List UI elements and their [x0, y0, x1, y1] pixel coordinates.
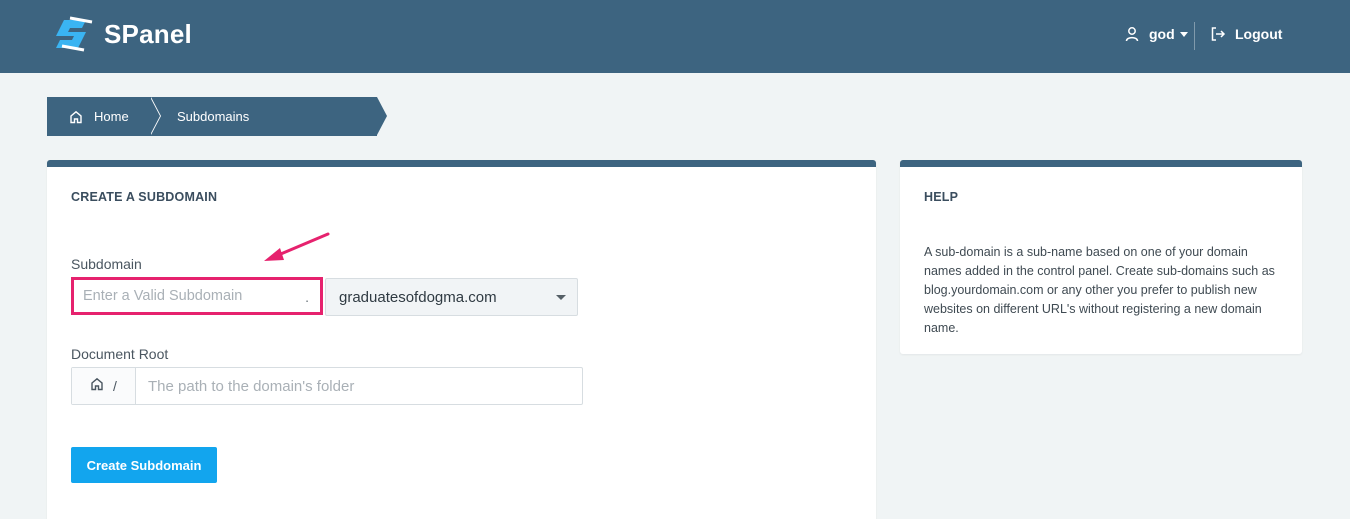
domain-select[interactable]: graduatesofdogma.com: [325, 278, 578, 316]
help-title: HELP: [924, 190, 959, 204]
pink-arrow-icon: [258, 228, 334, 273]
top-navbar: SPanel god Logout: [0, 0, 1350, 73]
subdomain-label: Subdomain: [71, 256, 142, 272]
chevron-down-icon: [1179, 31, 1188, 37]
logout-icon: [1210, 26, 1226, 42]
docroot-prefix: /: [72, 368, 136, 404]
logout-label: Logout: [1235, 26, 1283, 42]
domain-select-value: graduatesofdogma.com: [339, 289, 497, 306]
docroot-label: Document Root: [71, 346, 169, 362]
home-icon: [90, 377, 104, 396]
user-menu[interactable]: god: [1124, 26, 1188, 42]
docroot-slash: /: [113, 378, 117, 394]
create-subdomain-button[interactable]: Create Subdomain: [71, 447, 217, 483]
logout-link[interactable]: Logout: [1210, 26, 1282, 42]
breadcrumb: Home Subdomains: [47, 97, 387, 136]
help-text: A sub-domain is a sub-name based on one …: [924, 245, 1275, 335]
help-card: HELP A sub-domain is a sub-name based on…: [900, 160, 1302, 354]
user-name: god: [1149, 26, 1175, 42]
create-subdomain-card: CREATE A SUBDOMAIN Subdomain . graduates…: [47, 160, 876, 519]
breadcrumb-home[interactable]: Home: [47, 97, 161, 136]
brand-name: SPanel: [104, 18, 192, 49]
card-title: CREATE A SUBDOMAIN: [71, 190, 218, 204]
breadcrumb-current-label: Subdomains: [177, 109, 250, 124]
breadcrumb-home-label: Home: [94, 109, 129, 124]
subdomain-input-highlight: .: [71, 277, 323, 315]
docroot-input[interactable]: [137, 368, 582, 404]
docroot-field: /: [71, 367, 583, 405]
breadcrumb-current[interactable]: Subdomains: [151, 97, 387, 136]
user-icon: [1124, 26, 1140, 42]
home-icon: [69, 110, 83, 124]
chevron-down-icon: [556, 295, 566, 300]
subdomain-input[interactable]: [74, 280, 320, 312]
header-divider: [1194, 22, 1195, 50]
brand-logo[interactable]: SPanel: [56, 16, 192, 52]
domain-separator: .: [305, 289, 309, 305]
spanel-logo-icon: [56, 16, 98, 52]
